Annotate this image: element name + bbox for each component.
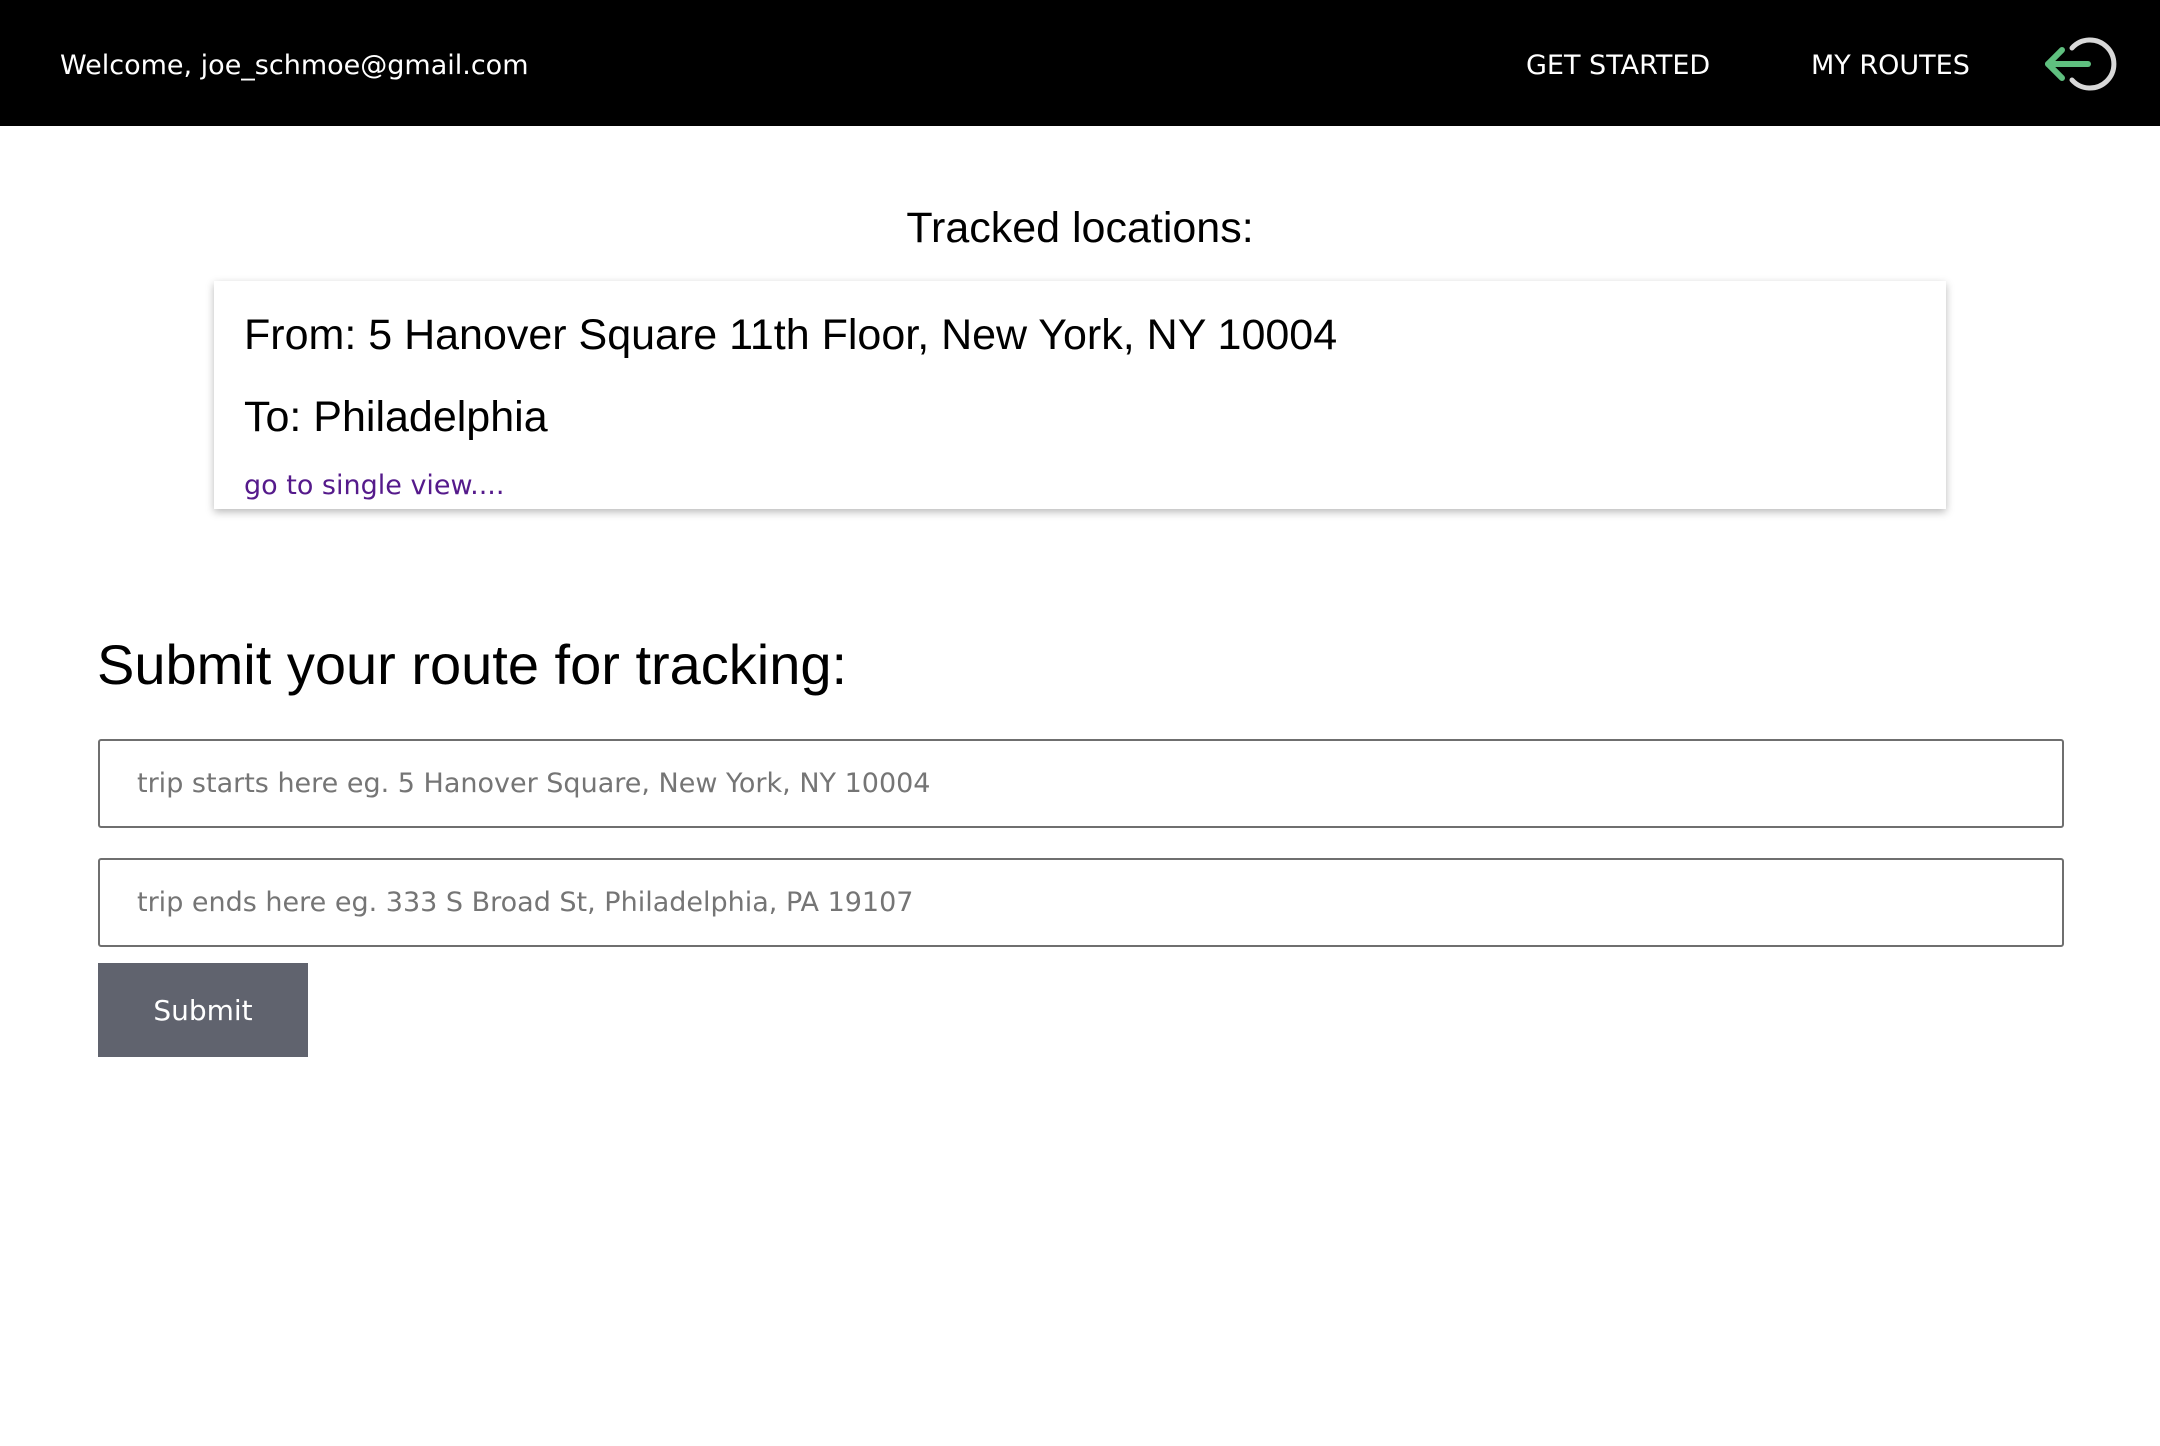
trip-start-input[interactable] [98, 739, 2064, 828]
submit-button[interactable]: Submit [98, 963, 308, 1057]
tracked-locations-title: Tracked locations: [906, 204, 1254, 252]
tracked-route-card: From: 5 Hanover Square 11th Floor, New Y… [214, 281, 1946, 509]
logout-button[interactable] [2042, 34, 2118, 94]
submit-route-heading: Submit your route for tracking: [97, 633, 848, 696]
single-view-link[interactable]: go to single view.... [244, 469, 504, 503]
route-to-text: To: Philadelphia [244, 393, 548, 441]
nav-get-started-link[interactable]: GET STARTED [1526, 48, 1710, 84]
top-navbar: Welcome, joe_schmoe@gmail.com GET STARTE… [0, 0, 2160, 126]
nav-my-routes-link[interactable]: MY ROUTES [1811, 48, 1970, 84]
logout-icon [2045, 37, 2117, 91]
route-from-text: From: 5 Hanover Square 11th Floor, New Y… [244, 311, 1338, 359]
welcome-message: Welcome, joe_schmoe@gmail.com [60, 50, 529, 81]
trip-end-input[interactable] [98, 858, 2064, 947]
